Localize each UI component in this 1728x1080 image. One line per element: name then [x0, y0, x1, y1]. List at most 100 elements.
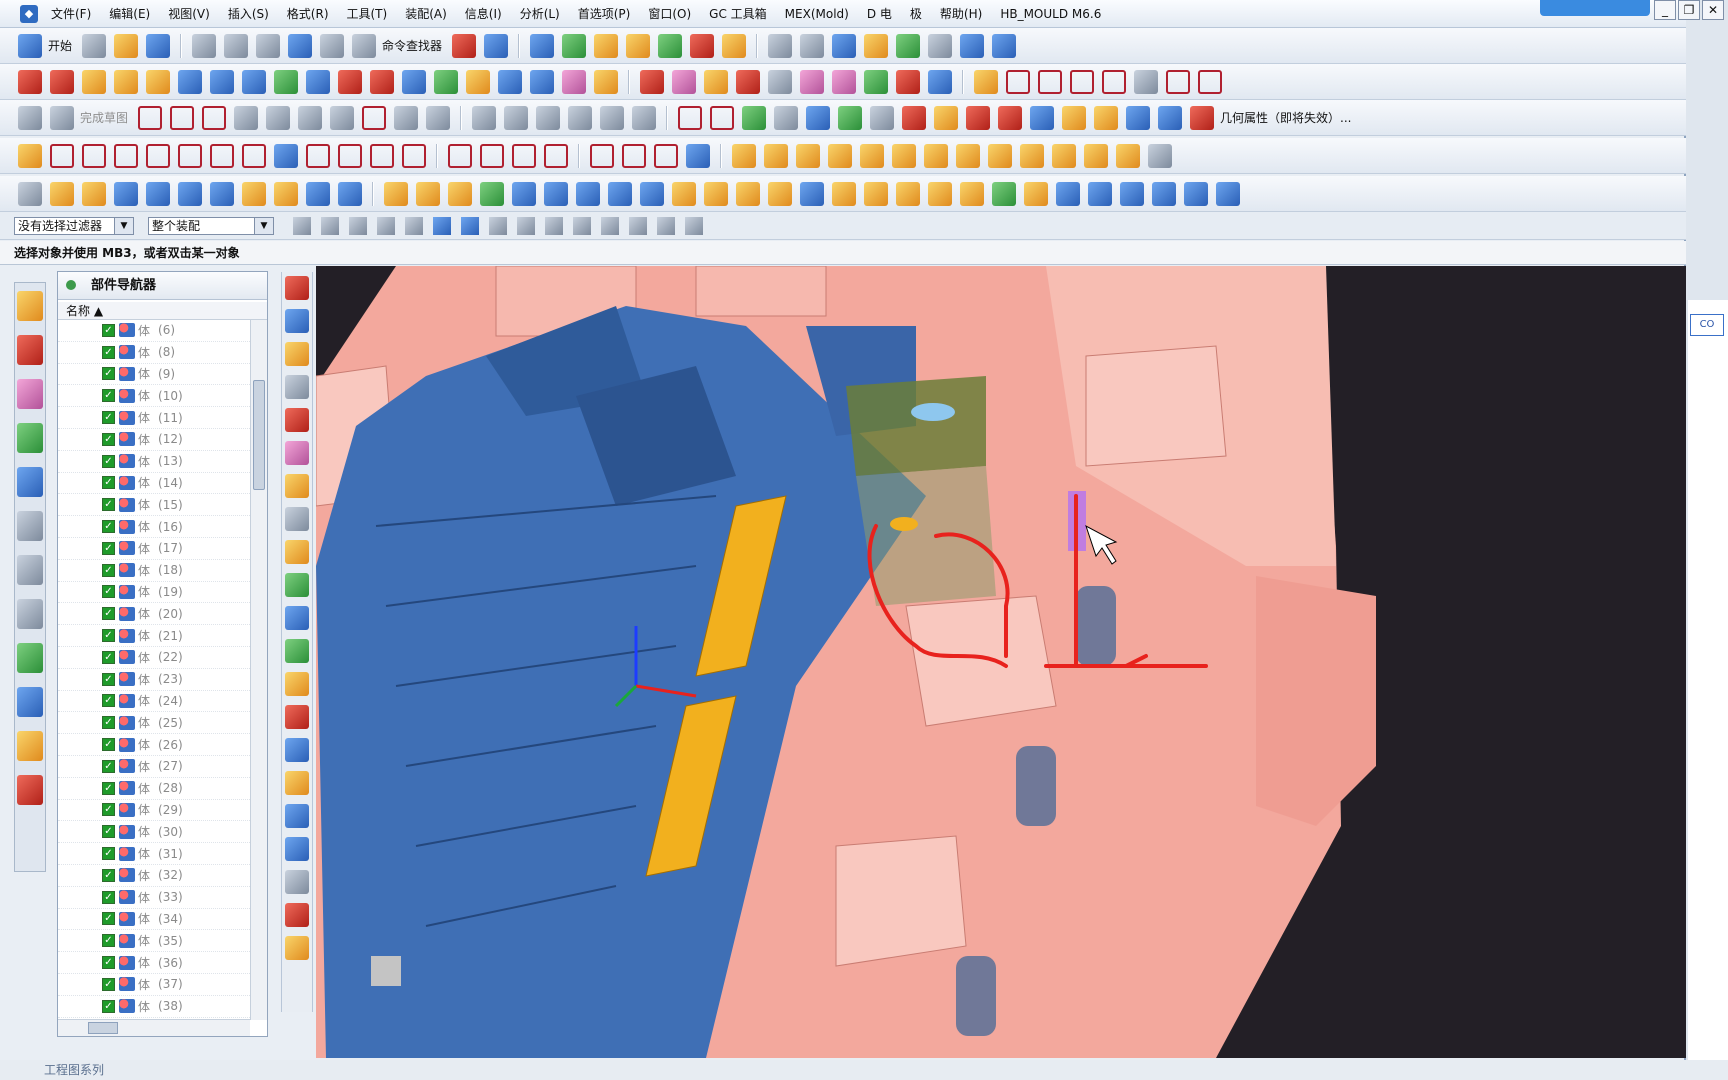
redo-icon[interactable] [320, 33, 345, 58]
feature-tool-23-icon[interactable] [736, 181, 760, 206]
isoparam-icon[interactable] [1158, 105, 1183, 130]
profile-icon[interactable] [138, 105, 163, 130]
navigator-row[interactable]: ✓ 体 (18) [58, 560, 250, 582]
snap-icon[interactable] [690, 33, 715, 58]
visibility-checkbox[interactable]: ✓ [102, 803, 115, 817]
menu-pole[interactable]: 极 [901, 5, 931, 22]
feature-tool-9-icon[interactable] [274, 181, 298, 206]
surface-tool-4-icon[interactable] [114, 69, 138, 94]
web-browser-icon[interactable] [17, 467, 43, 497]
surface-tool-27-icon[interactable] [864, 69, 888, 94]
palette-icon[interactable] [17, 423, 43, 453]
menu-help[interactable]: 帮助(H) [931, 5, 991, 22]
surface-tool-16-icon[interactable] [498, 69, 522, 94]
snap-control-icon[interactable] [545, 216, 563, 235]
offset-icon[interactable] [568, 105, 593, 130]
yin-yang-icon[interactable] [452, 33, 477, 58]
visibility-checkbox[interactable]: ✓ [102, 934, 115, 948]
mirror-icon[interactable] [600, 105, 625, 130]
edit-tool-13-icon[interactable] [448, 143, 472, 168]
menu-electrode[interactable]: D 电 [858, 5, 901, 22]
roles-icon[interactable] [17, 731, 43, 761]
surface-tool-18-icon[interactable] [562, 69, 586, 94]
menu-mex-mold[interactable]: MEX(Mold) [776, 7, 858, 21]
navigator-row[interactable]: ✓ 体 (28) [58, 778, 250, 800]
mold-wizard-7-icon[interactable] [285, 474, 309, 498]
feature-tool-37-icon[interactable] [1184, 181, 1208, 206]
edit-tool-11-icon[interactable] [370, 143, 394, 168]
menu-info[interactable]: 信息(I) [456, 5, 511, 22]
corner-icon[interactable] [536, 105, 561, 130]
visibility-checkbox[interactable]: ✓ [102, 629, 115, 643]
curve-arc-icon[interactable] [710, 105, 735, 130]
start-button[interactable]: 开始 [48, 37, 72, 54]
feature-tool-11-icon[interactable] [338, 181, 362, 206]
navigator-row[interactable]: ✓ 体 (20) [58, 603, 250, 626]
snap-mid-icon[interactable] [517, 216, 535, 235]
navigator-row[interactable]: ✓ 体 (37) [58, 974, 250, 996]
horizontal-scroll-thumb[interactable] [88, 1022, 118, 1034]
chamfer-icon[interactable] [298, 105, 323, 130]
visibility-checkbox[interactable]: ✓ [102, 345, 115, 359]
visibility-checkbox[interactable]: ✓ [102, 498, 115, 512]
feature-tool-15-icon[interactable] [480, 181, 504, 206]
new-file-icon[interactable] [82, 33, 107, 58]
geom-property-icon[interactable] [1190, 105, 1215, 130]
feature-tool-14-icon[interactable] [448, 181, 472, 206]
system-scenes-icon[interactable] [17, 775, 43, 805]
navigator-row[interactable]: ✓ 体 (11) [58, 407, 250, 429]
mold-tool-9-icon[interactable] [988, 143, 1012, 168]
visibility-checkbox[interactable]: ✓ [102, 389, 115, 403]
visibility-checkbox[interactable]: ✓ [102, 759, 115, 773]
navigator-row[interactable]: ✓ 体 (23) [58, 669, 250, 691]
edit-tool-7-icon[interactable] [242, 143, 266, 168]
mold-wizard-9-icon[interactable] [285, 540, 309, 564]
mold-wizard-10-icon[interactable] [285, 573, 309, 597]
navigator-row[interactable]: ✓ 体 (16) [58, 516, 250, 538]
surface-tool-24-icon[interactable] [768, 69, 792, 94]
visibility-checkbox[interactable]: ✓ [102, 367, 115, 381]
snap-point-icon[interactable] [657, 216, 675, 235]
visibility-checkbox[interactable]: ✓ [102, 607, 115, 621]
surface-tool-6-icon[interactable] [178, 69, 202, 94]
mold-tool-3-icon[interactable] [796, 143, 820, 168]
analysis-icon[interactable] [626, 33, 651, 58]
helix-icon[interactable] [806, 105, 831, 130]
start-icon[interactable] [18, 33, 42, 58]
navigator-row[interactable]: ✓ 体 (12) [58, 429, 250, 451]
edit-tool-17-icon[interactable] [590, 143, 614, 168]
curve-tool-6-icon[interactable] [1134, 69, 1158, 94]
assembly-navigator-icon[interactable] [17, 291, 43, 321]
snap-end-icon[interactable] [489, 216, 507, 235]
curve-tool-1-icon[interactable] [974, 69, 998, 94]
arc-icon[interactable] [202, 105, 227, 130]
curve-line-icon[interactable] [678, 105, 703, 130]
undo-icon[interactable] [288, 33, 313, 58]
feature-tool-35-icon[interactable] [1120, 181, 1144, 206]
curve-tool-5-icon[interactable] [1102, 69, 1126, 94]
geometry-property-button[interactable]: 几何属性（即将失效）... [1220, 109, 1351, 126]
circle-icon[interactable] [234, 105, 259, 130]
face-select-icon[interactable] [461, 216, 479, 235]
spline-icon[interactable] [742, 105, 767, 130]
surface-tool-7-icon[interactable] [210, 69, 234, 94]
edit-tool-4-icon[interactable] [146, 143, 170, 168]
curve-tool-8-icon[interactable] [1198, 69, 1222, 94]
feature-tool-4-icon[interactable] [114, 181, 138, 206]
mold-tool-7-icon[interactable] [924, 143, 948, 168]
restore-button[interactable]: ❐ [1678, 0, 1700, 20]
surface-tool-21-icon[interactable] [672, 69, 696, 94]
surface-tool-26-icon[interactable] [832, 69, 856, 94]
surface-tool-9-icon[interactable] [274, 69, 298, 94]
command-finder-button[interactable]: 命令查找器 [382, 37, 442, 54]
visibility-checkbox[interactable]: ✓ [102, 999, 115, 1013]
edit-tool-20-icon[interactable] [686, 143, 710, 168]
project-curve-icon[interactable] [934, 105, 959, 130]
visibility-checkbox[interactable]: ✓ [102, 912, 115, 926]
visibility-checkbox[interactable]: ✓ [102, 956, 115, 969]
navigator-row[interactable]: ✓ 体 (24) [58, 691, 250, 713]
mold-tool-14-icon[interactable] [1148, 143, 1172, 168]
navigator-row[interactable]: ✓ 体 (30) [58, 821, 250, 844]
menu-insert[interactable]: 插入(S) [219, 5, 278, 22]
surface-tool-11-icon[interactable] [338, 69, 362, 94]
